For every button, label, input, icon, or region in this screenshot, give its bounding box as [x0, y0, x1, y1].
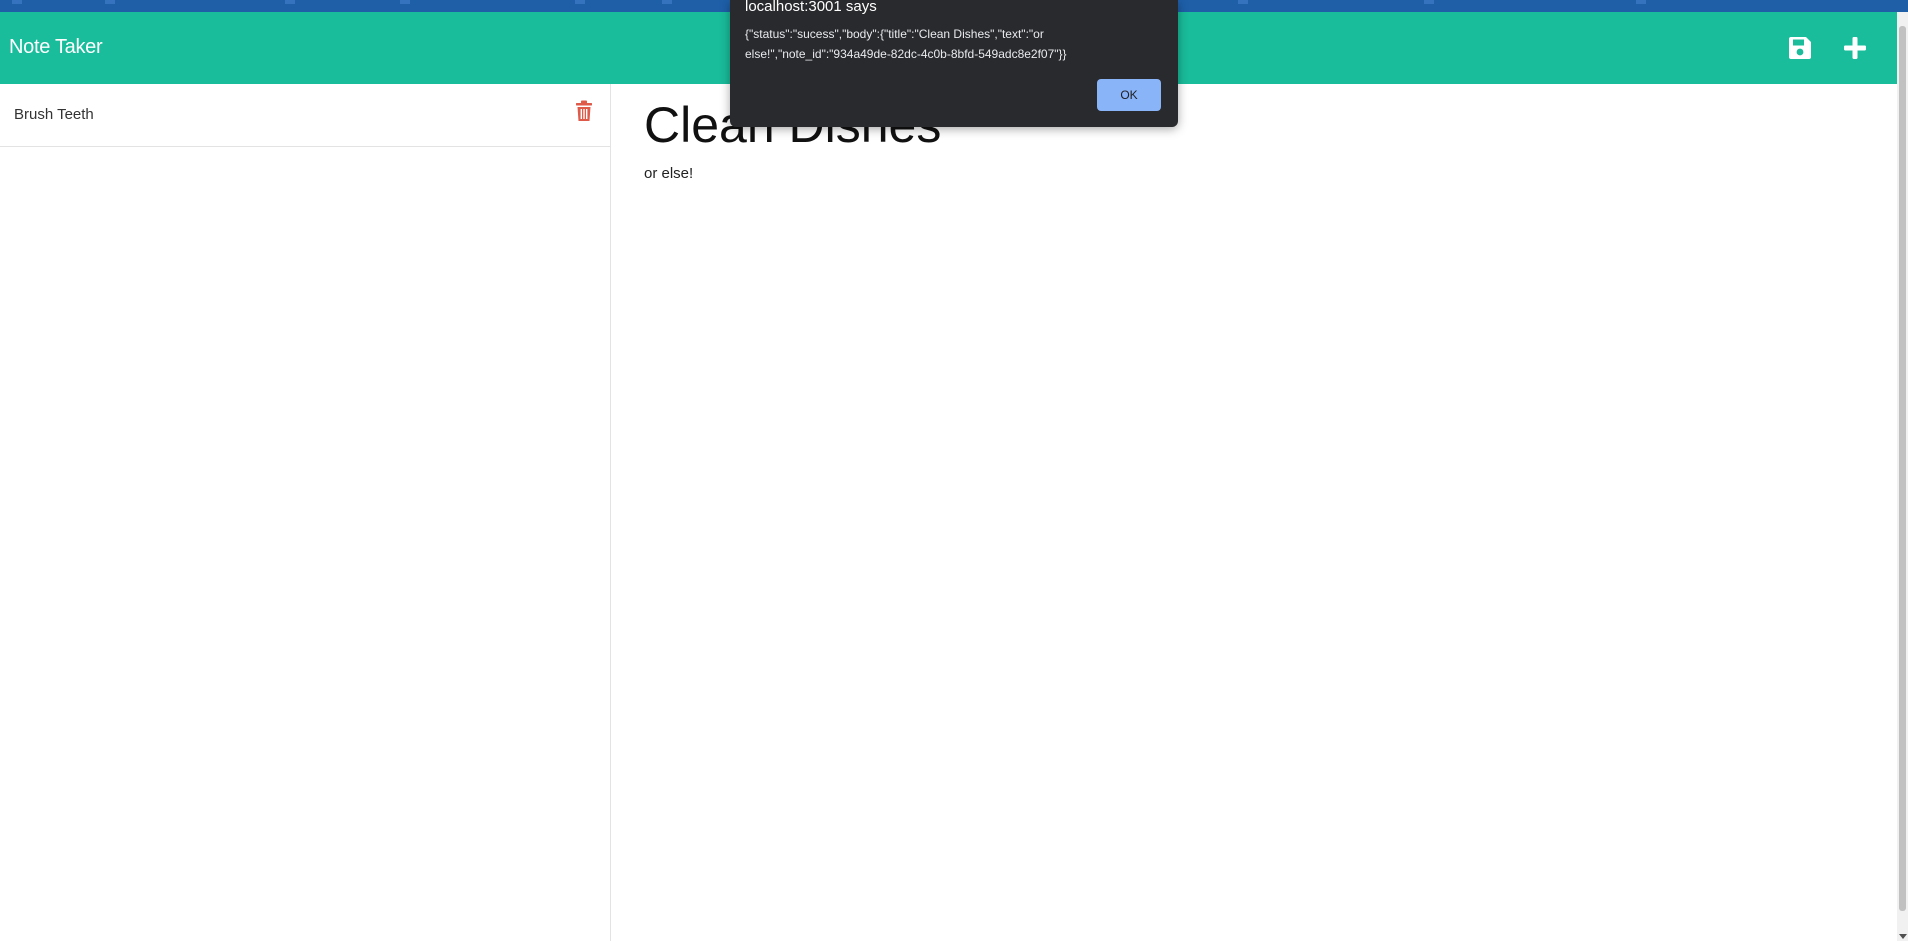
note-editor: Clean Dishes or else! — [612, 84, 1897, 941]
bookmark-icon[interactable] — [400, 0, 410, 4]
bookmark-icon[interactable] — [575, 0, 585, 4]
list-item[interactable]: Brush Teeth — [0, 84, 611, 147]
bookmark-icon[interactable] — [105, 0, 115, 4]
bookmark-icon[interactable] — [1424, 0, 1434, 4]
scrollbar[interactable] — [1897, 12, 1908, 941]
dialog-title: localhost:3001 says — [745, 0, 877, 15]
scroll-down-icon[interactable] — [1899, 934, 1907, 939]
plus-icon[interactable] — [1841, 34, 1869, 62]
bookmark-icon[interactable] — [12, 0, 22, 4]
brand-title[interactable]: Note Taker — [9, 36, 103, 59]
bookmark-icon[interactable] — [285, 0, 295, 4]
bookmark-icon[interactable] — [1238, 0, 1248, 4]
dialog-message: {"status":"sucess","body":{"title":"Clea… — [745, 27, 1067, 61]
bookmark-icon[interactable] — [1636, 0, 1646, 4]
bookmark-icon[interactable] — [662, 0, 672, 4]
ok-button[interactable]: OK — [1097, 79, 1161, 111]
note-title[interactable]: Brush Teeth — [14, 106, 94, 123]
notes-sidebar: Brush Teeth — [0, 84, 611, 941]
alert-dialog: localhost:3001 says {"status":"sucess","… — [730, 0, 1178, 127]
note-text-input[interactable]: or else! — [644, 165, 693, 182]
trash-icon[interactable] — [575, 100, 593, 122]
scrollbar-thumb[interactable] — [1899, 26, 1906, 911]
floppy-disk-icon[interactable] — [1786, 34, 1814, 62]
